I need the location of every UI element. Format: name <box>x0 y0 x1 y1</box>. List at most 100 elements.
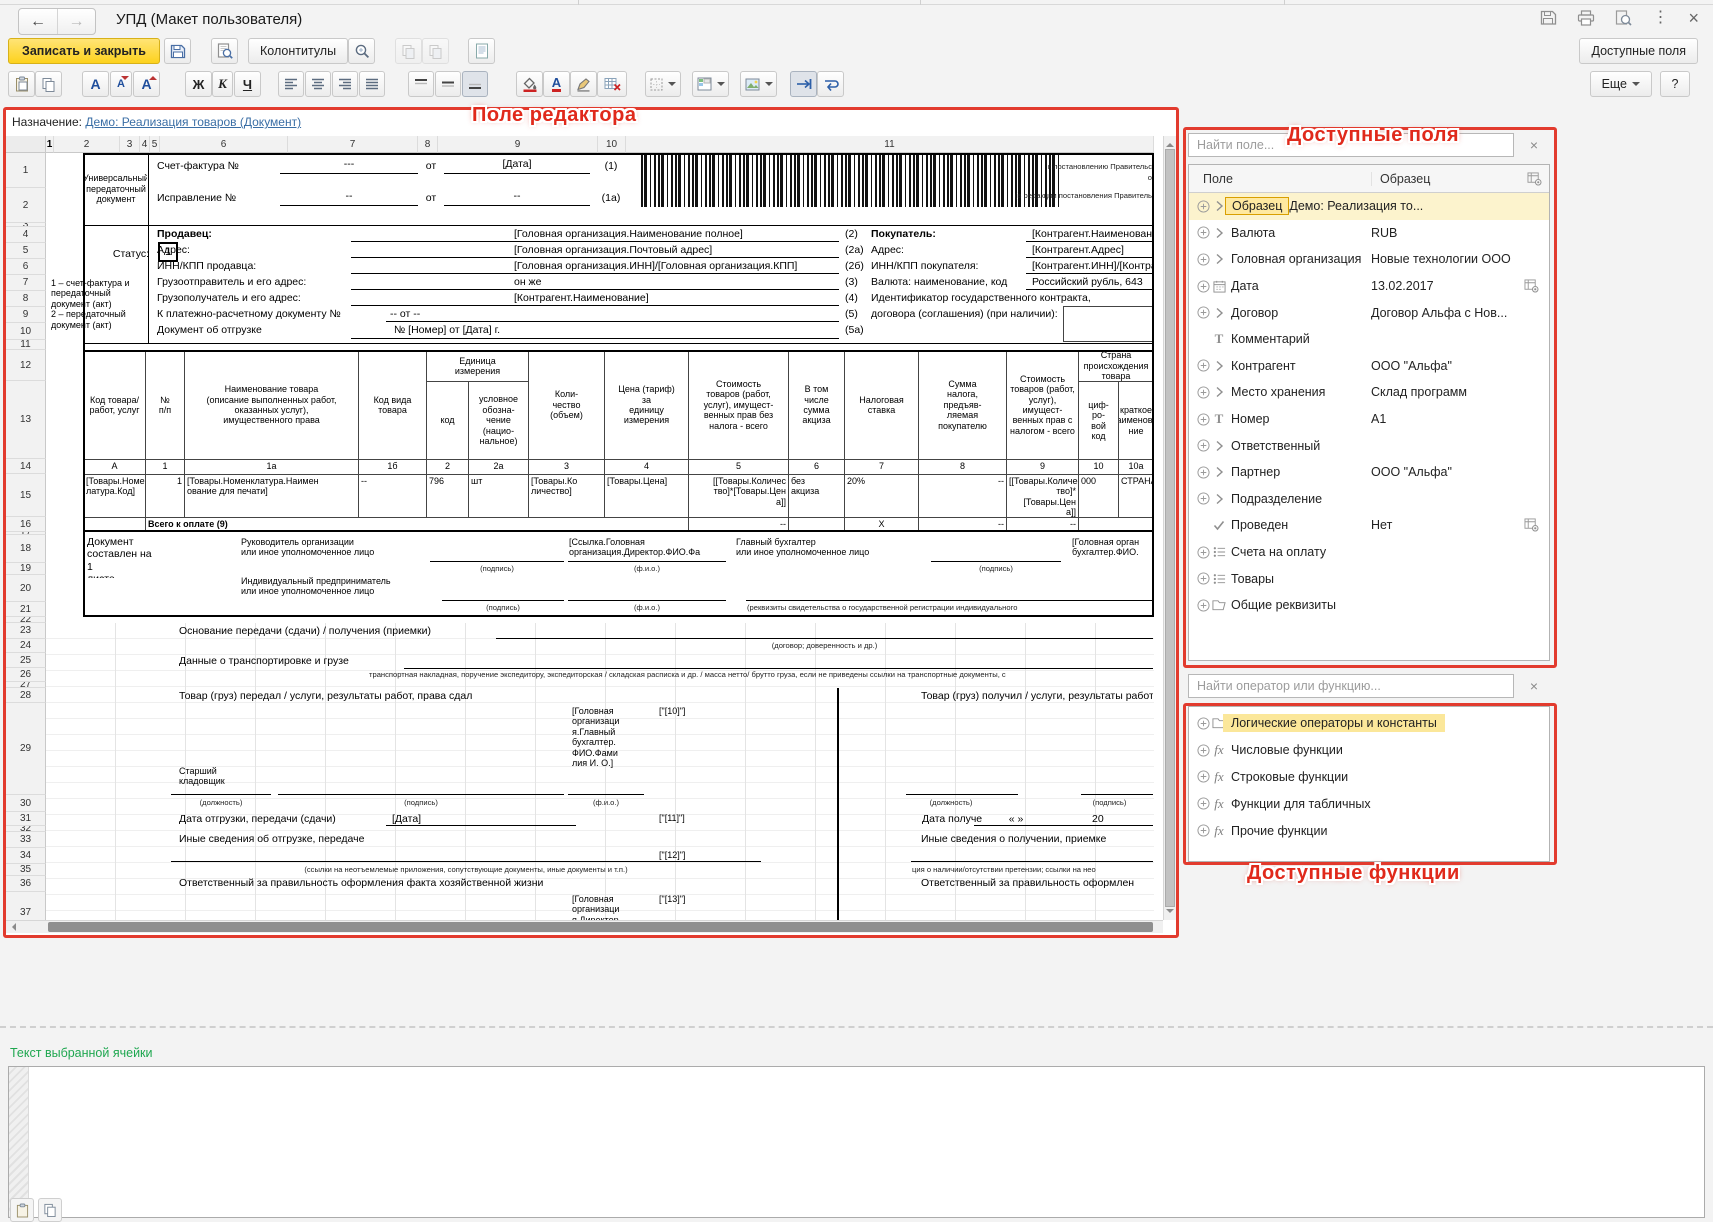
scroll-down-icon[interactable] <box>1166 909 1174 917</box>
column-header[interactable]: 4 <box>140 136 150 153</box>
grid-cell[interactable]: без акциза <box>788 474 845 518</box>
add-field-icon[interactable] <box>1195 280 1211 293</box>
field-row[interactable]: Общие реквизиты <box>1189 592 1549 619</box>
table-settings-icon[interactable] <box>1519 279 1543 293</box>
grid-cell[interactable]: Код вида товара <box>358 350 427 460</box>
grid-cell[interactable]: [Товары.Номенк латура.Код] <box>83 474 146 518</box>
chevron-icon[interactable] <box>1211 440 1227 452</box>
grid-cell[interactable]: (4) <box>844 292 866 305</box>
grid-cell[interactable]: (2а) <box>844 244 868 257</box>
wrap-button[interactable] <box>817 71 844 97</box>
row-header[interactable]: 23 <box>6 623 46 639</box>
grid-cell[interactable]: Грузоотправитель и его адрес: <box>156 276 346 289</box>
grid-cell[interactable]: ция о наличии/отсутствии претензии; ссыл… <box>911 865 1153 875</box>
grid-cell[interactable]: (подпись) <box>442 603 564 613</box>
row-header[interactable]: 15 <box>6 474 46 517</box>
grid-cell[interactable]: (2) <box>844 228 866 241</box>
grid-cell[interactable]: (реквизиты свидетельства о государственн… <box>746 603 1153 613</box>
table-settings-icon[interactable] <box>1519 172 1549 186</box>
grid-cell[interactable]: -- <box>444 190 590 206</box>
grid-cell[interactable]: Индивидуальный предприниматель или иное … <box>240 576 440 601</box>
field-row[interactable]: Место храненияСклад программ <box>1189 379 1549 406</box>
border-color-button[interactable] <box>570 71 597 97</box>
grid-cell[interactable]: [Дата] <box>444 158 590 174</box>
grid-cell[interactable]: 20 <box>1091 813 1121 826</box>
column-header[interactable]: 9 <box>438 136 598 153</box>
add-field-icon[interactable] <box>1195 253 1211 266</box>
cell-text-editor[interactable] <box>8 1066 1705 1218</box>
field-search-input[interactable] <box>1188 133 1514 157</box>
grid-cell[interactable]: СТРАНА <box>1118 474 1154 518</box>
grid-cell[interactable] <box>568 536 726 562</box>
grid-cell[interactable]: [Головная организация.ИНН]/[Головная орг… <box>513 260 839 273</box>
grid-cell[interactable] <box>911 848 1153 862</box>
function-search-input[interactable] <box>1188 674 1514 698</box>
grid-cell[interactable]: Ответственный за правильность оформлен <box>920 877 1153 891</box>
row-header[interactable]: 25 <box>6 653 46 668</box>
row-header[interactable]: 10 <box>6 323 46 340</box>
grid-cell[interactable]: [Головная организация.Почтовый адрес] <box>513 244 839 257</box>
list-icon[interactable] <box>1211 546 1227 558</box>
picture-dropdown[interactable] <box>740 71 777 97</box>
row-header[interactable]: 24 <box>6 639 46 653</box>
find-button[interactable] <box>348 38 375 64</box>
grid-cell[interactable]: ["[11]"] <box>658 813 710 825</box>
grid-cell[interactable]: краткое наименова- ние <box>1118 381 1154 460</box>
page-setup-button[interactable] <box>468 38 495 64</box>
grid-cell[interactable]: 7 <box>844 459 919 475</box>
add-field-icon[interactable] <box>1195 546 1211 559</box>
grid-cell[interactable]: Код товара/ работ, услуг <box>83 350 146 460</box>
column-header[interactable]: 8 <box>418 136 438 153</box>
grid-cell[interactable]: ["[12]"] <box>658 850 710 862</box>
back-button[interactable]: ← <box>19 9 57 34</box>
field-row[interactable]: ДоговорДоговор Альфа с Нов... <box>1189 299 1549 326</box>
font-button[interactable]: А <box>82 71 109 97</box>
grid-cell[interactable]: 1 <box>145 459 185 475</box>
grid-cell[interactable]: А <box>83 459 146 475</box>
row-header[interactable]: 8 <box>6 291 46 307</box>
add-field-icon[interactable] <box>1195 572 1211 585</box>
field-row[interactable]: Ответственный <box>1189 432 1549 459</box>
row-header[interactable]: 31 <box>6 812 46 826</box>
row-header[interactable]: 30 <box>6 795 46 812</box>
row-header[interactable]: 11 <box>6 340 46 350</box>
grid-cell[interactable]: -- от -- <box>389 308 509 321</box>
scroll-up-icon[interactable] <box>1166 139 1174 147</box>
field-row[interactable]: ТНомерА1 <box>1189 406 1549 433</box>
add-field-icon[interactable] <box>1195 466 1211 479</box>
grid-cell[interactable]: Валюта: наименование, код <box>870 276 1028 289</box>
grid-cell[interactable]: Иные сведения о получении, приемке <box>920 833 1153 847</box>
grid-cell[interactable]: (5а) <box>844 324 870 337</box>
grid-cell[interactable]: 2а <box>468 459 529 475</box>
grid-cell[interactable]: 10а <box>1118 459 1154 475</box>
grid-cell[interactable]: Старший кладовщик <box>178 766 258 793</box>
italic-button[interactable]: К <box>212 71 233 97</box>
clear-field-search-icon[interactable]: × <box>1524 135 1544 155</box>
row-header[interactable]: 36 <box>6 876 46 892</box>
grid-cell[interactable]: (2б) <box>844 260 868 273</box>
grid-cell[interactable]: Дата отгрузки, передачи (сдачи) <box>178 813 388 826</box>
field-row[interactable]: Головная организацияНовые технологии ООО <box>1189 246 1549 273</box>
grid-cell[interactable]: о <box>886 173 1153 184</box>
folder-icon[interactable] <box>1211 599 1227 611</box>
grid-cell[interactable]: 796 <box>426 474 469 518</box>
grid-cell[interactable]: Основание передачи (сдачи) / получения (… <box>178 625 508 639</box>
grid-cell[interactable]: [Головная организаци я.Главный бухгалтер… <box>571 706 641 794</box>
splitter[interactable] <box>0 1026 1713 1028</box>
grid-cell[interactable]: [[Товары.Количес тво]*[Товары.Цен а]] <box>688 474 789 518</box>
row-header[interactable]: 21 <box>6 602 46 617</box>
row-header[interactable]: 14 <box>6 459 46 474</box>
grid-cell[interactable]: (ф.и.о.) <box>568 603 726 613</box>
grid-cell[interactable]: К платежно-расчетному документу № <box>156 308 384 321</box>
valign-bottom-button[interactable] <box>462 71 488 97</box>
row-header[interactable]: 12 <box>6 350 46 381</box>
row-header[interactable]: 28 <box>6 688 46 703</box>
column-header[interactable]: 2 <box>54 136 120 153</box>
window-save-icon[interactable] <box>1540 10 1557 26</box>
row-header[interactable]: 33 <box>6 832 46 848</box>
grid-cell[interactable]: Стоимость товаров (работ, услуг), имущес… <box>1006 350 1079 460</box>
column-header[interactable]: 5 <box>150 136 160 153</box>
grid-cell[interactable]: Адрес: <box>870 244 974 257</box>
grid-cell[interactable]: В том числе сумма акциза <box>788 350 845 460</box>
row-header[interactable]: 19 <box>6 563 46 575</box>
